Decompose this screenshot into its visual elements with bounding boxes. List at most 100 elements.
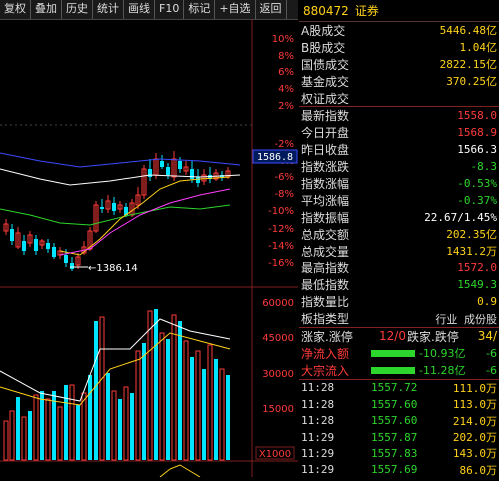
- price-axis-label: 4%: [278, 84, 294, 95]
- price-axis-label: -12%: [268, 224, 294, 235]
- volume-axis-label: 60000: [262, 298, 294, 309]
- volume-bar: [178, 321, 182, 460]
- tick-price: 1557.69: [371, 463, 418, 477]
- tick-volume: 214.0万: [452, 414, 497, 428]
- tick-volume: 111.0万: [452, 381, 497, 395]
- index-row-6: 指数振幅 22.67/1.45%: [299, 209, 499, 226]
- volume-bar: [21, 416, 27, 461]
- volume-axis-label: 30000: [262, 369, 294, 380]
- ma10-line: [59, 176, 231, 256]
- toolbar-button-4[interactable]: 画线: [124, 0, 155, 19]
- candle-body: [52, 247, 56, 257]
- quote-label: 板指类型: [301, 312, 350, 327]
- indicator-line: [159, 464, 201, 478]
- quote-value: 1549.3: [457, 278, 497, 292]
- index-row-5: 平均涨幅 -0.37%: [299, 192, 499, 209]
- quote-label: 昨日收盘: [301, 143, 350, 158]
- chart-toolbar: 复权 叠加 历史 统计 画线 F10 标记 +自选 返回: [0, 0, 298, 20]
- volume-bar: [123, 386, 129, 461]
- market-row-4: 权证成交: [299, 90, 499, 107]
- quote-value: 370.25亿: [446, 75, 497, 89]
- volume-axis-label: 45000: [262, 333, 294, 344]
- volume-bar: [154, 309, 158, 460]
- quote-value: 1.04亿: [459, 41, 498, 55]
- candle-body: [190, 169, 194, 179]
- volume-bar: [94, 321, 98, 460]
- quote-label: 权证成交: [301, 91, 350, 106]
- volume-bar: [9, 410, 15, 461]
- quote-label: 指数量比: [301, 295, 350, 310]
- tick-time: 11:29: [301, 430, 335, 444]
- volume-bar: [69, 384, 75, 461]
- quote-value: 5446.48亿: [439, 24, 497, 38]
- tick-volume: 86.0万: [459, 463, 498, 477]
- volume-bar: [118, 399, 122, 460]
- index-row-7: 总成交额 202.35亿: [299, 226, 499, 243]
- candle-body: [46, 243, 50, 249]
- flow-tail: -6: [486, 363, 497, 377]
- toolbar-button-5[interactable]: F10: [155, 0, 185, 19]
- price-axis-label: -6%: [275, 172, 294, 183]
- quote-label: 总成交量: [301, 244, 350, 259]
- volume-bar: [130, 393, 134, 460]
- volume-bar: [88, 375, 92, 460]
- index-code: 880472: [303, 3, 349, 18]
- index-row-4: 指数涨幅 -0.53%: [299, 175, 499, 192]
- quote-value: 行业 成份股: [435, 312, 497, 326]
- candle-body: [148, 169, 152, 177]
- candle-body: [178, 161, 182, 169]
- index-row-11: 指数量比 0.9: [299, 293, 499, 310]
- volume-bar: [45, 398, 51, 461]
- volume-bar: [106, 373, 110, 460]
- candle-body: [22, 241, 26, 251]
- quote-value: -8.3: [470, 160, 498, 174]
- price-axis-label: -8%: [275, 189, 294, 200]
- volume-bar: [99, 316, 105, 461]
- tick-time: 11:28: [301, 397, 335, 411]
- candle-body: [34, 239, 38, 251]
- price-axis-label: -16%: [268, 258, 294, 269]
- quote-label: A股成交: [301, 23, 346, 38]
- index-name: 证券: [354, 4, 379, 18]
- toolbar-button-2[interactable]: 历史: [62, 0, 93, 19]
- tick-time: 11:29: [301, 446, 335, 460]
- quote-panel: 880472 证券 A股成交 5446.48亿 B股成交 1.04亿 国债成交 2822.…: [299, 0, 499, 477]
- volume-bar: [33, 394, 39, 461]
- volume-bar: [190, 357, 194, 460]
- tick-row: 11:29 1557.87 202.0万: [299, 429, 499, 445]
- volume-bar: [202, 369, 206, 460]
- low-price-label: ←1386.14: [88, 263, 138, 274]
- toolbar-button-7[interactable]: +自选: [215, 0, 256, 19]
- flow-row-0: 净流入额 -10.93亿 -6: [299, 345, 499, 362]
- candle-body: [112, 203, 116, 211]
- tick-row: 11:29 1557.69 86.0万: [299, 462, 499, 478]
- kline-chart[interactable]: 10%8%6%4%2%-2%-4%-6%-8%-10%-12%-14%-16%1…: [0, 19, 298, 478]
- flow-value: -11.28亿: [419, 364, 466, 378]
- quote-label: B股成交: [301, 40, 346, 55]
- quote-value: 1568.9: [457, 126, 497, 140]
- toolbar-button-3[interactable]: 统计: [93, 0, 124, 19]
- toolbar-button-0[interactable]: 复权: [0, 0, 31, 19]
- index-row-8: 总成交量 1431.2万: [299, 243, 499, 260]
- quote-label: 总成交额: [301, 227, 350, 242]
- index-row-3: 指数涨跌 -8.3: [299, 158, 499, 175]
- flow-label: 净流入额: [301, 346, 350, 361]
- candle-body: [160, 161, 164, 167]
- volume-bar: [183, 340, 189, 461]
- quote-value: 1566.3: [457, 143, 497, 157]
- candle-body: [70, 263, 74, 269]
- toolbar-button-1[interactable]: 叠加: [31, 0, 62, 19]
- kline-svg[interactable]: 10%8%6%4%2%-2%-4%-6%-8%-10%-12%-14%-16%1…: [0, 19, 298, 478]
- quote-value: 22.67/1.45%: [424, 210, 497, 224]
- market-row-2: 国债成交 2822.15亿: [299, 56, 499, 73]
- quote-value: 1572.0: [457, 261, 497, 275]
- toolbar-button-8[interactable]: 返回: [256, 0, 287, 19]
- candle-body: [166, 167, 170, 175]
- volume-bar: [159, 332, 165, 461]
- tick-time: 11:29: [301, 463, 335, 477]
- ma120-line: [0, 152, 241, 168]
- updown-row: 涨家.涨停 12/0 跌家.跌停 34/: [299, 327, 499, 345]
- current-price-label: 1586.8: [257, 152, 293, 163]
- toolbar-button-6[interactable]: 标记: [184, 0, 216, 19]
- flow-tail: -6: [486, 346, 497, 360]
